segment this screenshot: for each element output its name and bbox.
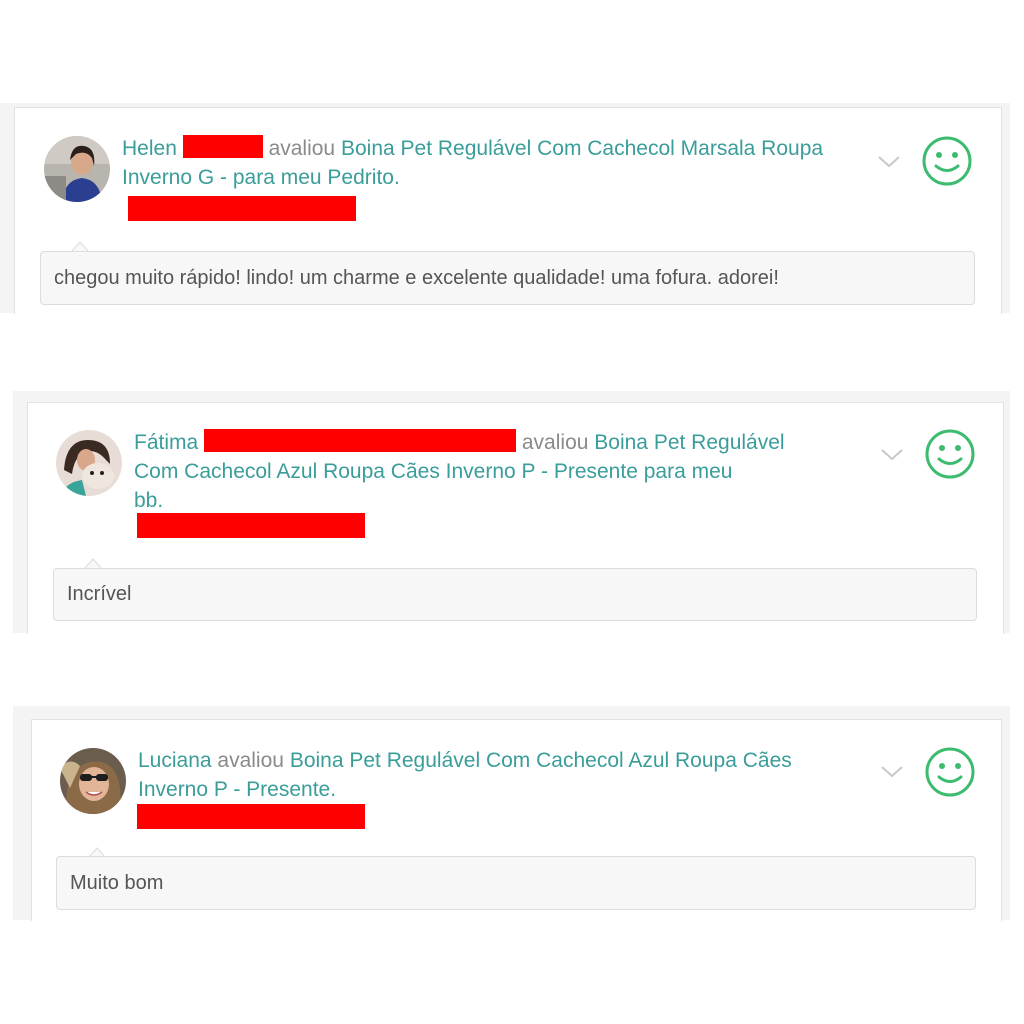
- avatar[interactable]: [60, 748, 126, 814]
- review-comment: chegou muito rápido! lindo! um charme e …: [40, 251, 975, 305]
- reviewer-name[interactable]: Luciana: [138, 749, 212, 772]
- review-headline: Helen avaliou Boina Pet Regulável Com Ca…: [122, 134, 862, 192]
- review-card: Luciana avaliou Boina Pet Regulável Com …: [31, 719, 1002, 921]
- review-card-3-wrapper: Luciana avaliou Boina Pet Regulável Com …: [13, 706, 1010, 921]
- review-headline: Fátima avaliou Boina Pet Regulável Com C…: [134, 428, 854, 515]
- product-link-continued[interactable]: bb.: [134, 486, 854, 515]
- review-card-2-wrapper: Fátima avaliou Boina Pet Regulável Com C…: [13, 391, 1010, 634]
- chevron-down-icon[interactable]: [880, 448, 904, 462]
- reviewer-name[interactable]: Helen: [122, 137, 177, 160]
- smiley-icon[interactable]: [921, 135, 973, 187]
- redaction-bar: [182, 135, 263, 158]
- review-verb: avaliou: [268, 137, 336, 160]
- review-verb: avaliou: [217, 749, 284, 772]
- smiley-icon[interactable]: [924, 746, 976, 798]
- date-redaction-bar: [137, 513, 365, 538]
- review-comment: Incrível: [53, 568, 977, 621]
- review-card: Fátima avaliou Boina Pet Regulável Com C…: [27, 402, 1004, 634]
- review-comment: Muito bom: [56, 856, 976, 910]
- date-redaction-bar: [137, 804, 365, 829]
- review-headline: Luciana avaliou Boina Pet Regulável Com …: [138, 746, 858, 804]
- product-link-continued[interactable]: Com Cachecol Azul Roupa Cães Inverno P -…: [134, 457, 854, 486]
- product-link[interactable]: Boina Pet Regulável: [594, 431, 784, 454]
- chevron-down-icon[interactable]: [877, 155, 901, 169]
- date-redaction-bar: [128, 196, 356, 221]
- reviewer-name[interactable]: Fátima: [134, 431, 198, 454]
- smiley-icon[interactable]: [924, 428, 976, 480]
- avatar[interactable]: [56, 430, 122, 496]
- review-card-1-wrapper: Helen avaliou Boina Pet Regulável Com Ca…: [0, 103, 1010, 314]
- redaction-bar: [204, 429, 517, 452]
- chevron-down-icon[interactable]: [880, 765, 904, 779]
- avatar[interactable]: [44, 136, 110, 202]
- review-card: Helen avaliou Boina Pet Regulável Com Ca…: [14, 107, 1002, 314]
- review-verb: avaliou: [521, 431, 589, 454]
